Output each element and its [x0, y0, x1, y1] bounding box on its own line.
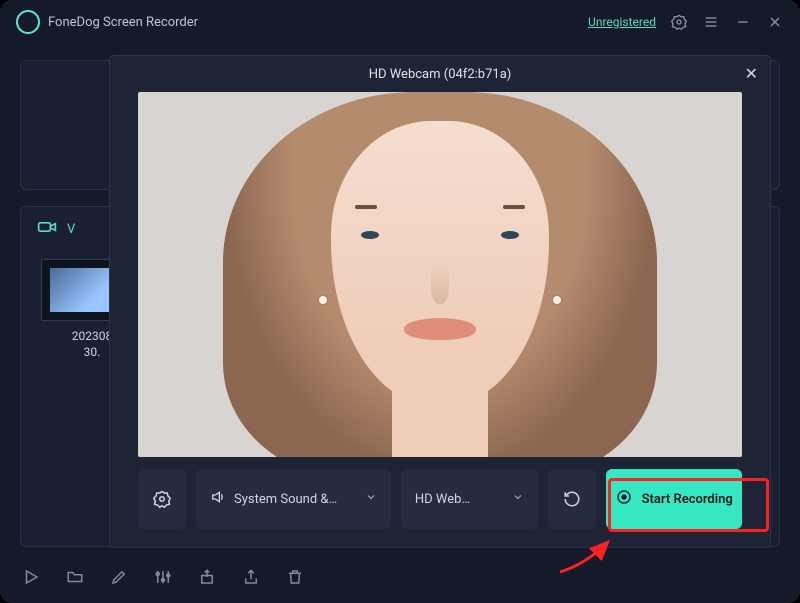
menu-icon[interactable] [702, 13, 720, 31]
export-icon[interactable] [198, 568, 216, 586]
record-icon [616, 489, 632, 509]
refresh-button[interactable] [548, 469, 596, 529]
audio-source-dropdown[interactable]: System Sound &… [196, 469, 391, 529]
sliders-icon[interactable] [154, 568, 172, 586]
minimize-icon[interactable] [734, 13, 752, 31]
share-icon[interactable] [242, 568, 260, 586]
chevron-down-icon [512, 491, 524, 507]
modal-title-bar: HD Webcam (04f2:b71a) ✕ [110, 56, 770, 92]
start-recording-button[interactable]: Start Recording [606, 469, 742, 529]
logo-icon [16, 10, 40, 34]
camera-label: HD Web… [415, 492, 470, 507]
app-title: FoneDog Screen Recorder [48, 15, 198, 30]
gallery-tab-label[interactable]: V [67, 222, 75, 237]
gallery-filename: 20230830. [72, 329, 112, 360]
modal-title-text: HD Webcam (04f2:b71a) [369, 67, 512, 82]
modal-close-button[interactable]: ✕ [745, 64, 758, 83]
speaker-icon [210, 489, 226, 509]
webcam-modal: HD Webcam (04f2:b71a) ✕ System Sound &… [110, 56, 770, 547]
bottom-toolbar [0, 551, 800, 603]
close-icon[interactable] [766, 13, 784, 31]
camera-dropdown[interactable]: HD Web… [401, 469, 539, 529]
app-logo: FoneDog Screen Recorder [16, 10, 198, 34]
trash-icon[interactable] [286, 568, 304, 586]
chevron-down-icon [365, 491, 377, 507]
unregistered-link[interactable]: Unregistered [588, 15, 656, 29]
webcam-preview [138, 92, 742, 457]
start-recording-label: Start Recording [642, 492, 733, 507]
settings-gear-icon[interactable] [670, 13, 688, 31]
audio-source-label: System Sound &… [234, 492, 337, 507]
folder-icon[interactable] [66, 568, 84, 586]
title-bar: FoneDog Screen Recorder Unregistered [0, 0, 800, 44]
camera-tab-icon[interactable] [37, 219, 57, 239]
recorder-settings-button[interactable] [138, 469, 186, 529]
play-icon[interactable] [22, 568, 40, 586]
edit-icon[interactable] [110, 568, 128, 586]
